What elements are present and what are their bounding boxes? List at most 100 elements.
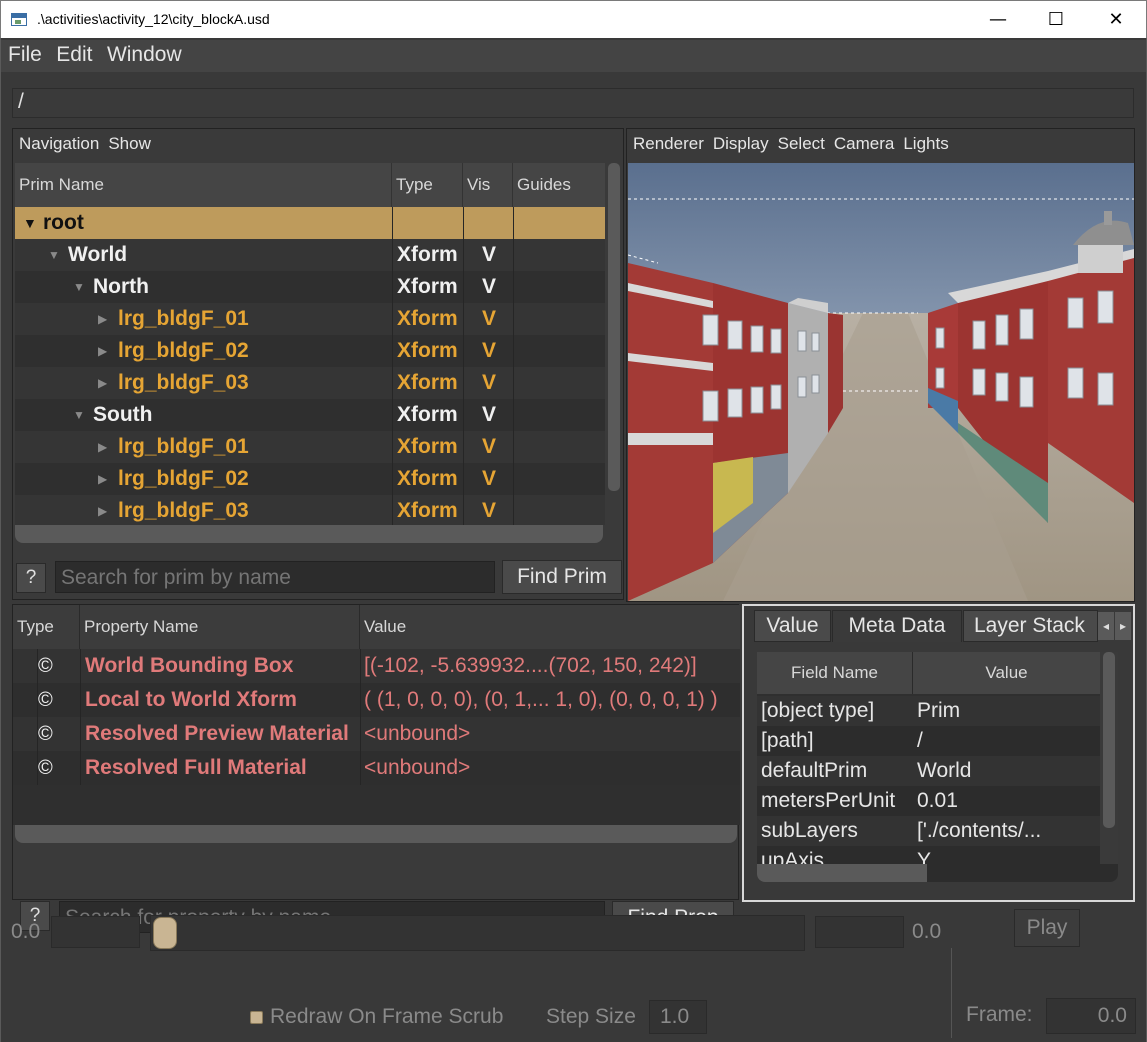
menu-lights[interactable]: Lights: [903, 134, 948, 153]
menu-edit[interactable]: Edit: [56, 40, 92, 67]
menu-navigation[interactable]: Navigation: [19, 134, 99, 153]
tab-layer-stack[interactable]: Layer Stack: [963, 610, 1098, 642]
metadata-table-header: Field Name Value: [757, 652, 1100, 694]
3d-viewport[interactable]: [628, 163, 1134, 601]
expand-arrow-right-icon[interactable]: ▶: [98, 303, 107, 335]
prim-row[interactable]: ▶ lrg_bldgF_01 Xform V: [15, 431, 605, 463]
column-property-type[interactable]: Type: [13, 605, 80, 649]
property-horizontal-scrollbar[interactable]: [15, 825, 737, 843]
prim-visibility-toggle[interactable]: V: [482, 367, 496, 399]
window-titlebar: .\activities\activity_12\city_blockA.usd…: [0, 0, 1147, 38]
property-row[interactable]: © Resolved Preview Material <unbound>: [13, 717, 740, 751]
menu-camera[interactable]: Camera: [834, 134, 894, 153]
frame-slider-track[interactable]: [150, 915, 805, 951]
play-button[interactable]: Play: [1014, 909, 1080, 947]
prim-search-input[interactable]: [55, 561, 495, 593]
minimize-button[interactable]: —: [969, 1, 1027, 39]
prim-row[interactable]: ▶ lrg_bldgF_03 Xform V: [15, 495, 605, 525]
expand-arrow-right-icon[interactable]: ▶: [98, 463, 107, 495]
prim-visibility-toggle[interactable]: V: [482, 495, 496, 525]
prim-visibility-toggle[interactable]: V: [482, 239, 496, 271]
tab-scroll-left-icon[interactable]: ◂: [1098, 612, 1114, 640]
metadata-horizontal-scrollbar[interactable]: [757, 864, 1118, 882]
expand-arrow-down-icon[interactable]: ▼: [73, 271, 85, 303]
column-field-name[interactable]: Field Name: [757, 652, 913, 694]
range-end-field[interactable]: [815, 916, 904, 948]
tab-scroll-right-icon[interactable]: ▸: [1115, 612, 1131, 640]
prim-search-help-button[interactable]: ?: [16, 563, 46, 593]
menu-file[interactable]: File: [8, 40, 42, 67]
expand-arrow-down-icon[interactable]: ▼: [48, 239, 60, 271]
prim-row[interactable]: ▶ lrg_bldgF_01 Xform V: [15, 303, 605, 335]
viewport-menu: Renderer Display Select Camera Lights: [627, 129, 958, 163]
prim-row[interactable]: ▼ World Xform V: [15, 239, 605, 271]
column-guides[interactable]: Guides: [513, 163, 605, 207]
property-row[interactable]: © Local to World Xform ( (1, 0, 0, 0), (0,…: [13, 683, 740, 717]
metadata-row[interactable]: [path] /: [757, 726, 1100, 756]
metadata-row[interactable]: [object type] Prim: [757, 696, 1100, 726]
maximize-button[interactable]: ☐: [1027, 1, 1085, 39]
menu-window[interactable]: Window: [107, 40, 182, 67]
expand-arrow-down-icon[interactable]: ▼: [73, 399, 85, 431]
column-vis[interactable]: Vis: [463, 163, 513, 207]
range-start-field[interactable]: [51, 916, 140, 948]
prim-visibility-toggle[interactable]: V: [482, 335, 496, 367]
scrollbar-thumb[interactable]: [608, 163, 620, 491]
prim-tree-vertical-scrollbar[interactable]: [605, 163, 623, 525]
metadata-vertical-scrollbar[interactable]: [1100, 652, 1118, 864]
column-type[interactable]: Type: [392, 163, 463, 207]
metadata-field-name: subLayers: [761, 819, 858, 842]
menu-renderer[interactable]: Renderer: [633, 134, 704, 153]
column-separator: [513, 271, 514, 303]
menu-display[interactable]: Display: [713, 134, 769, 153]
scrollbar-thumb[interactable]: [757, 864, 927, 882]
expand-arrow-right-icon[interactable]: ▶: [98, 495, 107, 525]
expand-arrow-right-icon[interactable]: ▶: [98, 431, 107, 463]
menu-show[interactable]: Show: [108, 134, 151, 153]
column-meta-value[interactable]: Value: [913, 652, 1100, 694]
prim-visibility-toggle[interactable]: V: [482, 399, 496, 431]
close-button[interactable]: ✕: [1087, 1, 1145, 39]
metadata-row[interactable]: defaultPrim World: [757, 756, 1100, 786]
prim-visibility-toggle[interactable]: V: [482, 271, 496, 303]
find-prim-button[interactable]: Find Prim: [502, 560, 622, 594]
prim-visibility-toggle[interactable]: V: [482, 431, 496, 463]
redraw-on-frame-scrub-checkbox[interactable]: [250, 1011, 263, 1024]
frame-slider-handle[interactable]: [153, 917, 177, 949]
property-row[interactable]: © World Bounding Box [(-102, -5.639932....…: [13, 649, 740, 683]
column-separator: [392, 207, 393, 239]
column-separator: [392, 399, 393, 431]
prim-row[interactable]: ▶ lrg_bldgF_03 Xform V: [15, 367, 605, 399]
metadata-row[interactable]: upAxis Y: [757, 846, 1100, 864]
prim-tree: Prim Name Type Vis Guides ▼ root ▼ World Xfo…: [15, 163, 605, 525]
tab-value[interactable]: Value: [754, 610, 831, 642]
prim-tree-horizontal-scrollbar[interactable]: [15, 525, 603, 543]
menu-select[interactable]: Select: [778, 134, 825, 153]
expand-arrow-down-icon[interactable]: ▼: [23, 207, 37, 239]
prim-visibility-toggle[interactable]: V: [482, 303, 496, 335]
prim-row[interactable]: ▼ root: [15, 207, 605, 239]
column-separator: [360, 717, 361, 751]
prim-row[interactable]: ▼ South Xform V: [15, 399, 605, 431]
prim-visibility-toggle[interactable]: V: [482, 463, 496, 495]
range-end-label: 0.0: [912, 920, 942, 943]
tab-meta-data[interactable]: Meta Data: [832, 610, 962, 642]
step-size-field[interactable]: 1.0: [649, 1000, 707, 1034]
column-prim-name[interactable]: Prim Name: [15, 163, 392, 207]
expand-arrow-right-icon[interactable]: ▶: [98, 335, 107, 367]
frame-field[interactable]: 0.0: [1046, 998, 1136, 1034]
expand-arrow-right-icon[interactable]: ▶: [98, 367, 107, 399]
column-separator: [392, 239, 393, 271]
prim-path-field[interactable]: /: [12, 88, 1134, 118]
metadata-row[interactable]: subLayers ['./contents/...: [757, 816, 1100, 846]
prim-row[interactable]: ▶ lrg_bldgF_02 Xform V: [15, 463, 605, 495]
column-separator: [392, 495, 393, 525]
property-row[interactable]: © Resolved Full Material <unbound>: [13, 751, 740, 785]
prim-row[interactable]: ▶ lrg_bldgF_02 Xform V: [15, 335, 605, 367]
scrollbar-thumb[interactable]: [1103, 652, 1115, 828]
metadata-table: Field Name Value [object type] Prim [path]…: [757, 652, 1100, 864]
metadata-row[interactable]: metersPerUnit 0.01: [757, 786, 1100, 816]
column-property-name[interactable]: Property Name: [80, 605, 360, 649]
prim-row[interactable]: ▼ North Xform V: [15, 271, 605, 303]
column-property-value[interactable]: Value: [360, 605, 740, 649]
